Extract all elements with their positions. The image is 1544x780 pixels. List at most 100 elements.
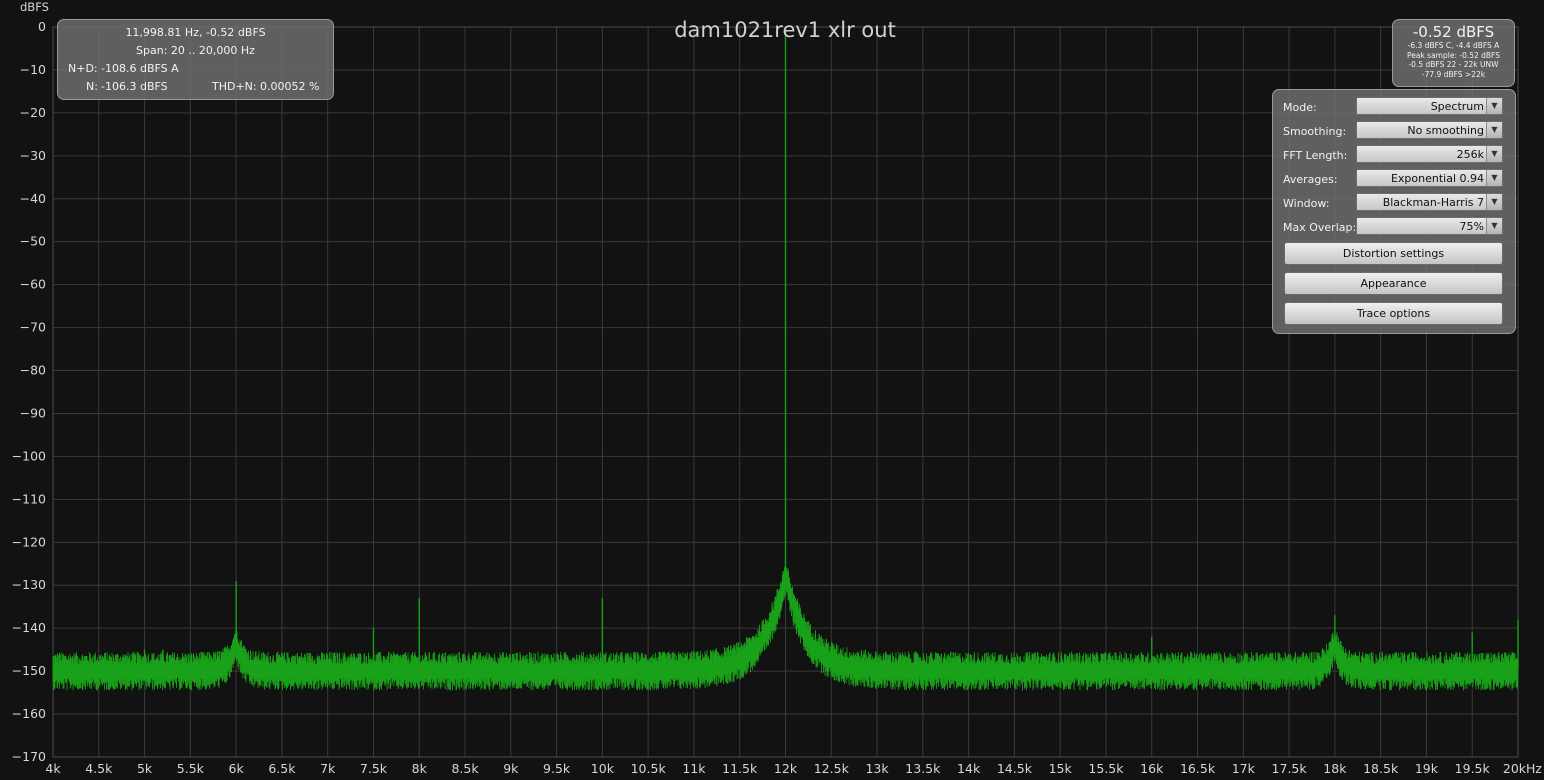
y-tick-label: −160 <box>12 706 46 721</box>
cursor-frequency-level: 11,998.81 Hz, -0.52 dBFS <box>125 26 266 39</box>
x-tick-label: 12k <box>774 761 798 776</box>
y-tick-label: −110 <box>12 491 46 506</box>
max-overlap-row: Max Overlap: 75% ▼ <box>1283 217 1505 237</box>
y-tick-label: −100 <box>12 448 46 463</box>
averages-select[interactable]: Exponential 0.94 ▼ <box>1356 169 1503 187</box>
n-label: N: <box>86 80 98 93</box>
x-tick-label: 9.5k <box>543 761 571 776</box>
mode-value: Spectrum <box>1430 100 1484 113</box>
y-tick-label: −20 <box>20 105 46 120</box>
x-tick-label: 11.5k <box>722 761 758 776</box>
window-select[interactable]: Blackman-Harris 7 ▼ <box>1356 193 1503 211</box>
y-tick-label: 0 <box>38 19 46 34</box>
level-line: -6.3 dBFS C, -4.4 dBFS A <box>1407 41 1500 50</box>
x-tick-label: 8.5k <box>451 761 479 776</box>
y-tick-label: −60 <box>20 277 46 292</box>
y-tick-label: −80 <box>20 363 46 378</box>
x-tick-label: 4.5k <box>85 761 113 776</box>
chevron-down-icon[interactable]: ▼ <box>1486 170 1502 186</box>
x-tick-label: 6k <box>229 761 245 776</box>
smoothing-row: Smoothing: No smoothing ▼ <box>1283 121 1505 141</box>
y-axis-label: dBFS <box>20 0 49 14</box>
nd-label: N+D: <box>68 62 98 75</box>
x-tick-label: 10k <box>591 761 615 776</box>
max-overlap-value: 75% <box>1459 220 1484 233</box>
x-tick-label: 16k <box>1140 761 1164 776</box>
x-tick-label: 11k <box>682 761 706 776</box>
max-overlap-label: Max Overlap: <box>1283 221 1357 234</box>
cursor-readout-panel[interactable]: 11,998.81 Hz, -0.52 dBFS Span: 20 .. 20,… <box>57 19 334 100</box>
y-tick-label: −130 <box>12 577 46 592</box>
averages-label: Averages: <box>1283 173 1338 186</box>
x-tick-label: 4k <box>45 761 61 776</box>
x-tick-label: 6.5k <box>268 761 296 776</box>
max-overlap-select[interactable]: 75% ▼ <box>1356 217 1503 235</box>
x-tick-label: 5k <box>137 761 153 776</box>
x-tick-label: 20kHz <box>1503 761 1543 776</box>
span-text: Span: 20 .. 20,000 Hz <box>136 44 255 57</box>
fft-length-value: 256k <box>1456 148 1484 161</box>
x-tick-label: 5.5k <box>177 761 205 776</box>
level-line: Peak sample: -0.52 dBFS <box>1406 50 1500 60</box>
y-tick-label: −150 <box>12 663 46 678</box>
y-tick-label: −120 <box>12 534 46 549</box>
smoothing-select[interactable]: No smoothing ▼ <box>1356 121 1503 139</box>
x-tick-label: 16.5k <box>1180 761 1216 776</box>
x-tick-label: 19.5k <box>1455 761 1491 776</box>
n-value: -106.3 dBFS <box>101 80 168 93</box>
averages-row: Averages: Exponential 0.94 ▼ <box>1283 169 1505 189</box>
y-tick-label: −10 <box>20 62 46 77</box>
x-tick-label: 14k <box>957 761 981 776</box>
fft-length-row: FFT Length: 256k ▼ <box>1283 145 1505 165</box>
y-tick-label: −70 <box>20 320 46 335</box>
x-tick-label: 15k <box>1049 761 1073 776</box>
chevron-down-icon[interactable]: ▼ <box>1486 194 1502 210</box>
plot-title: dam1021rev1 xlr out <box>674 18 896 42</box>
y-tick-label: −50 <box>20 234 46 249</box>
chevron-down-icon[interactable]: ▼ <box>1486 122 1502 138</box>
x-tick-label: 14.5k <box>997 761 1033 776</box>
trace-options-button[interactable]: Trace options <box>1284 302 1503 325</box>
mode-label: Mode: <box>1283 101 1317 114</box>
fft-length-label: FFT Length: <box>1283 149 1348 162</box>
nd-value: -108.6 dBFS A <box>101 62 179 75</box>
x-tick-label: 18.5k <box>1363 761 1399 776</box>
x-tick-label: 12.5k <box>814 761 850 776</box>
mode-select[interactable]: Spectrum ▼ <box>1356 97 1503 115</box>
y-tick-label: −40 <box>20 191 46 206</box>
chevron-down-icon[interactable]: ▼ <box>1486 98 1502 114</box>
smoothing-label: Smoothing: <box>1283 125 1347 138</box>
level-line: -77.9 dBFS >22k <box>1421 69 1486 79</box>
x-tick-label: 7.5k <box>360 761 388 776</box>
distortion-settings-button[interactable]: Distortion settings <box>1284 242 1503 265</box>
x-tick-label: 7k <box>320 761 336 776</box>
chevron-down-icon[interactable]: ▼ <box>1486 218 1502 234</box>
y-tick-label: −170 <box>12 749 46 764</box>
fft-length-select[interactable]: 256k ▼ <box>1356 145 1503 163</box>
x-tick-label: 18k <box>1323 761 1347 776</box>
x-tick-label: 19k <box>1415 761 1439 776</box>
y-tick-label: −30 <box>20 148 46 163</box>
x-tick-label: 9k <box>503 761 519 776</box>
mode-row: Mode: Spectrum ▼ <box>1283 97 1505 117</box>
y-tick-label: −140 <box>12 620 46 635</box>
thdn-label: THD+N: <box>212 80 257 93</box>
averages-value: Exponential 0.94 <box>1390 172 1484 185</box>
level-meter-panel[interactable]: -0.52 dBFS -6.3 dBFS C, -4.4 dBFS A Peak… <box>1392 19 1515 87</box>
x-tick-label: 13.5k <box>905 761 941 776</box>
window-row: Window: Blackman-Harris 7 ▼ <box>1283 193 1505 213</box>
x-tick-label: 13k <box>865 761 889 776</box>
level-main: -0.52 dBFS <box>1412 23 1495 41</box>
window-value: Blackman-Harris 7 <box>1382 196 1484 209</box>
window-label: Window: <box>1283 197 1330 210</box>
y-tick-label: −90 <box>20 405 46 420</box>
x-tick-label: 17k <box>1232 761 1256 776</box>
appearance-button[interactable]: Appearance <box>1284 272 1503 295</box>
thdn-value: 0.00052 % <box>260 80 320 93</box>
smoothing-value: No smoothing <box>1407 124 1484 137</box>
x-tick-label: 8k <box>412 761 428 776</box>
settings-panel: Mode: Spectrum ▼ Smoothing: No smoothing… <box>1272 89 1516 334</box>
chevron-down-icon[interactable]: ▼ <box>1486 146 1502 162</box>
x-tick-label: 10.5k <box>631 761 667 776</box>
x-tick-label: 17.5k <box>1272 761 1308 776</box>
